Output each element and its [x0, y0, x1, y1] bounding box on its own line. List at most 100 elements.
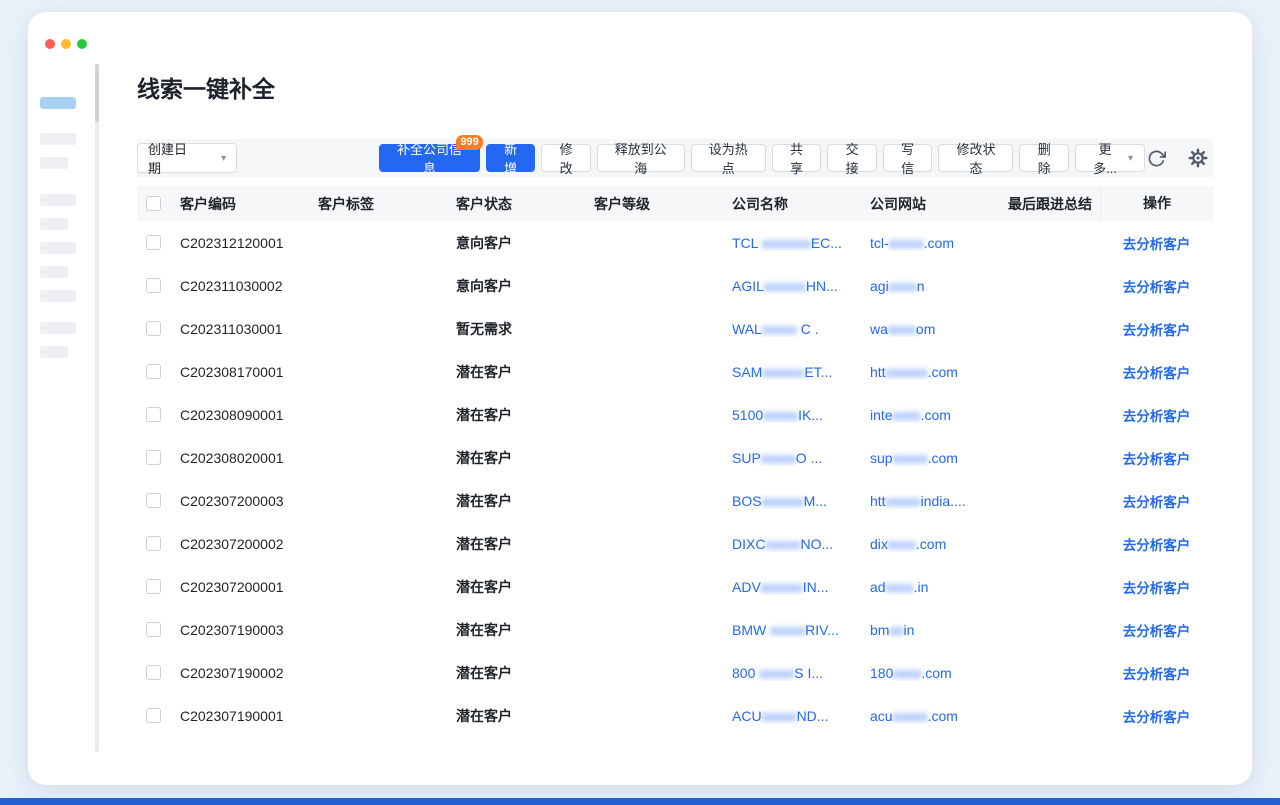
- company-website-link[interactable]: supxxxxx.com: [867, 450, 1005, 466]
- row-checkbox[interactable]: [146, 579, 161, 594]
- company-name-link[interactable]: ACUxxxxxND...: [729, 708, 867, 724]
- sidebar-item[interactable]: [40, 218, 68, 230]
- company-website-link[interactable]: agixxxxn: [867, 278, 1005, 294]
- maximize-window-icon[interactable]: [77, 39, 87, 49]
- row-checkbox[interactable]: [146, 536, 161, 551]
- analyze-customer-link[interactable]: 去分析客户: [1123, 710, 1191, 725]
- table-row: C202311030001暂无需求WALxxxxx C .waxxxxom去分析…: [137, 307, 1213, 350]
- company-name-link[interactable]: 800 xxxxxS I...: [729, 665, 867, 681]
- analyze-customer-link[interactable]: 去分析客户: [1123, 409, 1191, 424]
- analyze-customer-link[interactable]: 去分析客户: [1123, 581, 1191, 596]
- company-website-link[interactable]: adxxxx.in: [867, 579, 1005, 595]
- sidebar-item[interactable]: [40, 242, 76, 254]
- company-name-link[interactable]: BOSxxxxxxM...: [729, 493, 867, 509]
- row-checkbox-cell: [137, 622, 177, 637]
- toolbar-button[interactable]: 修改状态: [938, 144, 1013, 172]
- page-title: 线索一键补全: [137, 73, 1213, 105]
- customer-status: 潜在客户: [453, 491, 591, 511]
- company-name-link[interactable]: WALxxxxx C .: [729, 321, 867, 337]
- toolbar-button[interactable]: 释放到公海: [597, 144, 685, 172]
- toolbar-button[interactable]: 修改: [541, 144, 591, 172]
- analyze-customer-link[interactable]: 去分析客户: [1123, 538, 1191, 553]
- scrollbar-thumb[interactable]: [95, 64, 99, 122]
- toolbar-button[interactable]: 写信: [883, 144, 933, 172]
- analyze-customer-link[interactable]: 去分析客户: [1123, 624, 1191, 639]
- analyze-customer-link[interactable]: 去分析客户: [1123, 237, 1191, 252]
- company-name-link[interactable]: TCL xxxxxxxEC...: [729, 235, 867, 251]
- company-name-link[interactable]: DIXCxxxxxNO...: [729, 536, 867, 552]
- analyze-customer-link[interactable]: 去分析客户: [1123, 323, 1191, 338]
- sidebar-item[interactable]: [40, 194, 76, 206]
- company-website-link[interactable]: dixxxxx.com: [867, 536, 1005, 552]
- company-website-link[interactable]: intexxxx.com: [867, 407, 1005, 423]
- row-checkbox-cell: [137, 665, 177, 680]
- row-checkbox[interactable]: [146, 235, 161, 250]
- row-checkbox[interactable]: [146, 364, 161, 379]
- row-checkbox[interactable]: [146, 278, 161, 293]
- customer-code: C202308020001: [177, 450, 315, 466]
- analyze-customer-link[interactable]: 去分析客户: [1123, 366, 1191, 381]
- sidebar-item[interactable]: [40, 266, 68, 278]
- customer-code: C202307200001: [177, 579, 315, 595]
- company-website-link[interactable]: httxxxxxx.com: [867, 364, 1005, 380]
- company-website-link[interactable]: 180xxxx.com: [867, 665, 1005, 681]
- row-checkbox[interactable]: [146, 321, 161, 336]
- analyze-customer-link[interactable]: 去分析客户: [1123, 452, 1191, 467]
- company-website-link[interactable]: bmxxin: [867, 622, 1005, 638]
- company-name-link[interactable]: 5100xxxxxIK...: [729, 407, 867, 423]
- add-button[interactable]: 新增: [486, 144, 536, 172]
- table-row: C202307200002潜在客户DIXCxxxxxNO...dixxxxx.c…: [137, 522, 1213, 565]
- minimize-window-icon[interactable]: [61, 39, 71, 49]
- company-name-link[interactable]: AGILxxxxxxHN...: [729, 278, 867, 294]
- analyze-customer-link[interactable]: 去分析客户: [1123, 280, 1191, 295]
- company-name-link[interactable]: BMW xxxxxRIV...: [729, 622, 867, 638]
- table-row: C202311030002意向客户AGILxxxxxxHN...agixxxxn…: [137, 264, 1213, 307]
- company-website-link[interactable]: httxxxxxindia....: [867, 493, 1005, 509]
- customer-code: C202307200003: [177, 493, 315, 509]
- row-checkbox[interactable]: [146, 493, 161, 508]
- toolbar-button[interactable]: 交接: [827, 144, 877, 172]
- row-checkbox[interactable]: [146, 665, 161, 680]
- more-button[interactable]: 更多... ▾: [1075, 144, 1145, 172]
- date-filter-label: 创建日期: [148, 139, 199, 177]
- company-website-link[interactable]: waxxxxom: [867, 321, 1005, 337]
- select-all-cell: [137, 196, 177, 211]
- company-name-link[interactable]: ADVxxxxxxIN...: [729, 579, 867, 595]
- sidebar-item[interactable]: [40, 157, 68, 169]
- complete-company-info-button[interactable]: 补全公司信息 999: [379, 144, 480, 172]
- company-website-link[interactable]: tcl-xxxxx.com: [867, 235, 1005, 251]
- refresh-icon[interactable]: [1145, 147, 1167, 169]
- customer-status: 潜在客户: [453, 577, 591, 597]
- sidebar-item[interactable]: [40, 322, 76, 334]
- operation-cell: 去分析客户: [1100, 233, 1213, 253]
- toolbar-button[interactable]: 删除: [1019, 144, 1069, 172]
- row-checkbox[interactable]: [146, 450, 161, 465]
- sidebar-item[interactable]: [40, 133, 76, 145]
- gear-icon[interactable]: [1187, 147, 1209, 169]
- sidebar-item[interactable]: [40, 290, 76, 302]
- date-filter-select[interactable]: 创建日期 ▾: [137, 143, 237, 173]
- content-scrollbar[interactable]: [95, 64, 99, 752]
- row-checkbox[interactable]: [146, 622, 161, 637]
- sidebar-item[interactable]: [40, 346, 68, 358]
- company-website-link[interactable]: acuxxxxx.com: [867, 708, 1005, 724]
- column-header-company-website: 公司网站: [867, 194, 1005, 214]
- row-checkbox[interactable]: [146, 708, 161, 723]
- operation-cell: 去分析客户: [1100, 362, 1213, 382]
- close-window-icon[interactable]: [45, 39, 55, 49]
- analyze-customer-link[interactable]: 去分析客户: [1123, 495, 1191, 510]
- company-name-link[interactable]: SUPxxxxxO ...: [729, 450, 867, 466]
- sidebar-item-active[interactable]: [40, 97, 76, 109]
- analyze-customer-link[interactable]: 去分析客户: [1123, 667, 1191, 682]
- table-body: C202312120001意向客户TCL xxxxxxxEC...tcl-xxx…: [137, 221, 1213, 737]
- column-header-company-name: 公司名称: [729, 194, 867, 214]
- select-all-checkbox[interactable]: [146, 196, 161, 211]
- table-row: C202308020001潜在客户SUPxxxxxO ...supxxxxx.c…: [137, 436, 1213, 479]
- toolbar-button[interactable]: 共享: [772, 144, 822, 172]
- sidebar-skeleton: [40, 97, 80, 358]
- row-checkbox[interactable]: [146, 407, 161, 422]
- customer-code: C202308170001: [177, 364, 315, 380]
- company-name-link[interactable]: SAMxxxxxxET...: [729, 364, 867, 380]
- customer-code: C202308090001: [177, 407, 315, 423]
- toolbar-button[interactable]: 设为热点: [691, 144, 766, 172]
